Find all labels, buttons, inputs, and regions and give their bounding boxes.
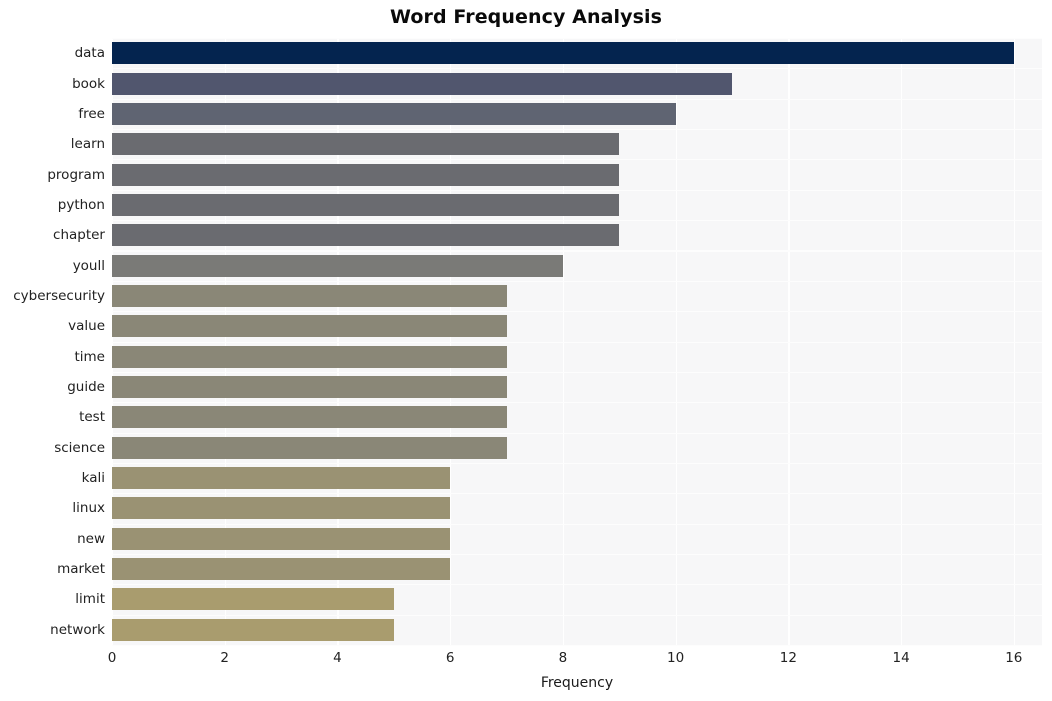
y-tick-label: guide	[67, 379, 105, 396]
bar	[112, 315, 507, 338]
y-tick-label: value	[68, 318, 105, 335]
y-tick-label: cybersecurity	[13, 287, 105, 304]
y-tick-label: linux	[72, 500, 105, 517]
bar	[112, 588, 394, 611]
plot-area	[112, 38, 1042, 647]
bar	[112, 436, 507, 459]
x-tick-label: 6	[445, 650, 455, 666]
x-tick-label: 16	[1005, 650, 1023, 666]
bar	[112, 284, 507, 307]
bar	[112, 254, 563, 277]
y-tick-label: book	[72, 75, 105, 92]
chart-figure: Word Frequency Analysis data book free lear…	[0, 0, 1052, 701]
x-tick-label: 0	[107, 650, 117, 666]
x-tick-label: 8	[558, 650, 568, 666]
bars-layer	[112, 38, 1042, 645]
gridline-horizontal	[112, 645, 1042, 647]
y-tick-label: program	[47, 166, 105, 183]
bar	[112, 345, 507, 368]
chart-title: Word Frequency Analysis	[389, 6, 663, 28]
x-tick-label: 12	[779, 650, 797, 666]
x-tick-label: 2	[220, 650, 230, 666]
y-tick-label: kali	[81, 470, 105, 487]
bar	[112, 467, 451, 490]
y-tick-label: time	[74, 348, 105, 365]
bar	[112, 193, 620, 216]
x-tick-label: 4	[333, 650, 342, 666]
bar	[112, 558, 451, 581]
y-tick-label: limit	[75, 591, 105, 608]
bar	[112, 406, 507, 429]
x-axis-title: Frequency	[540, 675, 614, 691]
y-tick-label: market	[57, 561, 105, 578]
y-tick-label: network	[50, 621, 105, 638]
x-axis-tick-labels: 0 2 4 6 8 10 12 14 16	[0, 650, 1052, 672]
y-axis-tick-labels: data book free learn program python chapter you…	[0, 38, 105, 645]
bar	[112, 42, 1014, 65]
y-tick-label: free	[78, 105, 105, 122]
y-tick-label: chapter	[53, 227, 105, 244]
y-tick-label: new	[77, 530, 105, 547]
y-tick-label: youll	[72, 257, 105, 274]
y-tick-label: science	[54, 439, 105, 456]
bar	[112, 224, 620, 247]
bar	[112, 376, 507, 399]
bar	[112, 133, 620, 156]
x-tick-label: 14	[892, 650, 910, 666]
bar	[112, 163, 620, 186]
y-tick-label: python	[57, 196, 105, 213]
y-tick-label: test	[79, 409, 105, 426]
bar	[112, 72, 732, 95]
bar	[112, 618, 394, 641]
y-tick-label: learn	[70, 136, 105, 153]
x-tick-label: 10	[667, 650, 685, 666]
bar	[112, 497, 451, 520]
bar	[112, 102, 676, 125]
bar	[112, 527, 451, 550]
y-tick-label: data	[74, 45, 105, 62]
